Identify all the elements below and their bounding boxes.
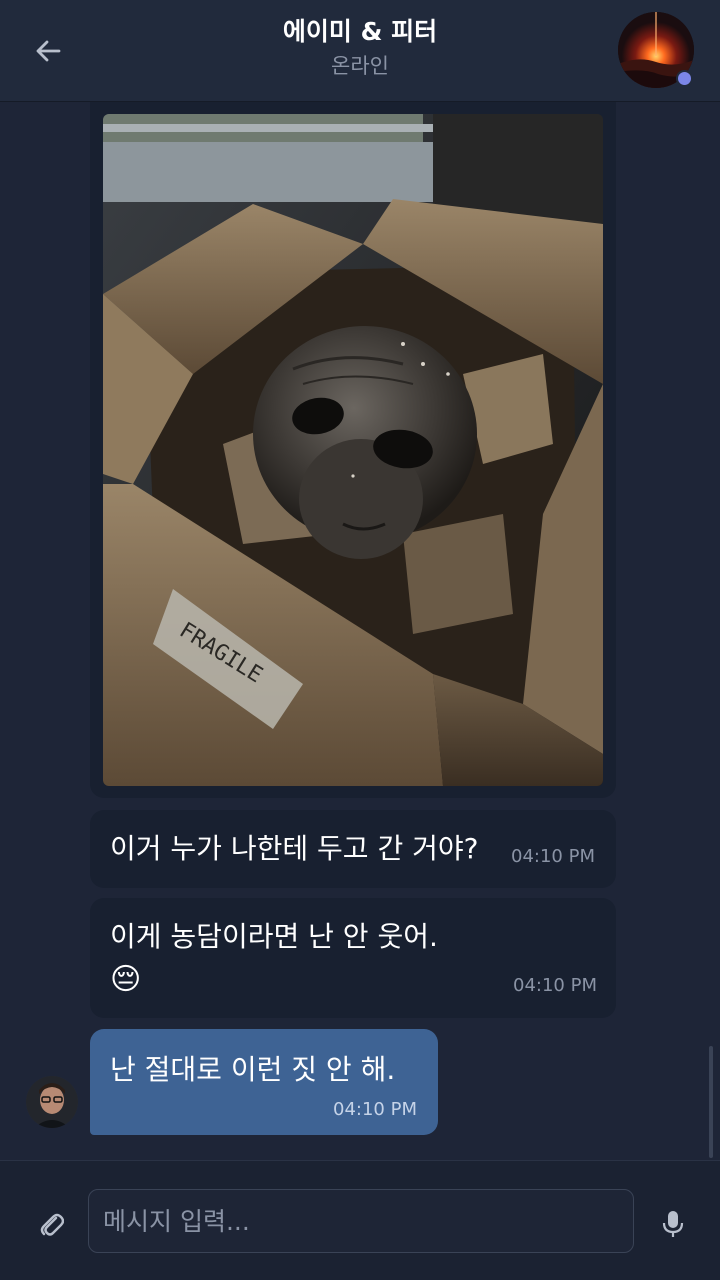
- chat-title-area[interactable]: 에이미 & 피터 온라인: [160, 14, 560, 81]
- avatar-image: [26, 1076, 78, 1128]
- message-time: 04:10 PM: [333, 1099, 417, 1120]
- message-time: 04:10 PM: [511, 846, 595, 867]
- message-text: 이게 농담이라면 난 안 웃어.: [110, 920, 438, 953]
- message-text: 이거 누가 나한테 두고 간 거야?: [110, 832, 479, 865]
- chat-header: 에이미 & 피터 온라인: [0, 0, 720, 102]
- arrow-left-icon: [36, 40, 61, 62]
- voice-record-button[interactable]: [650, 1201, 696, 1247]
- message-composer: [0, 1160, 720, 1280]
- attach-button[interactable]: [26, 1201, 76, 1247]
- image-message: FRAGILE: [90, 102, 616, 798]
- outgoing-message[interactable]: 난 절대로 이런 짓 안 해. 04:10 PM: [90, 1029, 438, 1135]
- microphone-icon: [662, 1211, 684, 1237]
- alien-box-photo[interactable]: FRAGILE: [103, 114, 603, 786]
- sender-avatar[interactable]: [26, 1076, 78, 1128]
- incoming-message[interactable]: 이게 농담이라면 난 안 웃어. 😔 04:10 PM: [90, 898, 616, 1018]
- photo-image: FRAGILE: [103, 114, 603, 786]
- message-input[interactable]: [88, 1189, 634, 1253]
- online-status: 온라인: [331, 54, 389, 78]
- scrollbar[interactable]: [709, 1046, 713, 1158]
- paperclip-icon: [40, 1213, 64, 1236]
- chat-screen: 에이미 & 피터 온라인 FRAGILE 이거 누가 나한테 두고 간 거야? …: [0, 0, 720, 1280]
- pensive-face-emoji: 😔: [110, 962, 142, 997]
- message-text: 난 절대로 이런 짓 안 해.: [110, 1053, 396, 1086]
- incoming-message[interactable]: 이거 누가 나한테 두고 간 거야? 04:10 PM: [90, 810, 616, 888]
- chat-title: 에이미 & 피터: [282, 17, 438, 46]
- back-button[interactable]: [24, 30, 72, 72]
- message-time: 04:10 PM: [513, 975, 597, 996]
- online-indicator-dot: [676, 70, 693, 87]
